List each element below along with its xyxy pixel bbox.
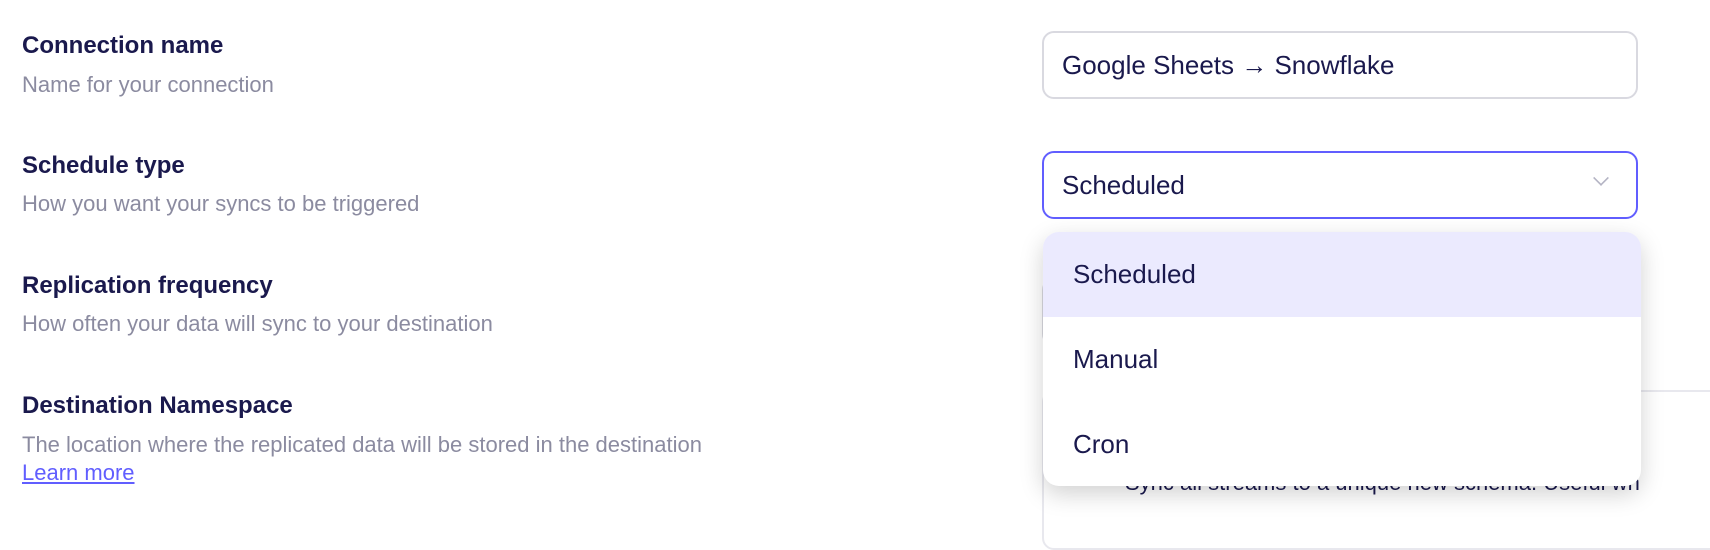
replication-frequency-description: How often your data will sync to your de… bbox=[22, 311, 493, 336]
destination-namespace-description: The location where the replicated data w… bbox=[22, 432, 702, 457]
connection-name-title: Connection name bbox=[22, 32, 224, 59]
schedule-type-description: How you want your syncs to be triggered bbox=[22, 191, 420, 216]
schedule-type-value: Scheduled bbox=[1062, 170, 1185, 200]
destination-namespace-title: Destination Namespace bbox=[22, 392, 293, 419]
dropdown-option-scheduled[interactable]: Scheduled bbox=[1043, 232, 1641, 317]
connection-name-description: Name for your connection bbox=[22, 72, 274, 97]
connection-name-value: Google Sheets → Snowflake bbox=[1062, 50, 1395, 80]
chevron-down-icon bbox=[1593, 170, 1609, 186]
connection-name-input[interactable]: Google Sheets → Snowflake bbox=[1042, 31, 1638, 99]
dropdown-option-cron[interactable]: Cron bbox=[1043, 402, 1641, 486]
dropdown-option-manual[interactable]: Manual bbox=[1043, 317, 1641, 402]
schedule-type-title: Schedule type bbox=[22, 152, 185, 179]
schedule-type-dropdown: Scheduled Manual Cron bbox=[1043, 232, 1641, 486]
replication-frequency-title: Replication frequency bbox=[22, 272, 273, 299]
learn-more-link[interactable]: Learn more bbox=[22, 460, 135, 486]
schedule-type-select[interactable]: Scheduled bbox=[1042, 151, 1638, 219]
